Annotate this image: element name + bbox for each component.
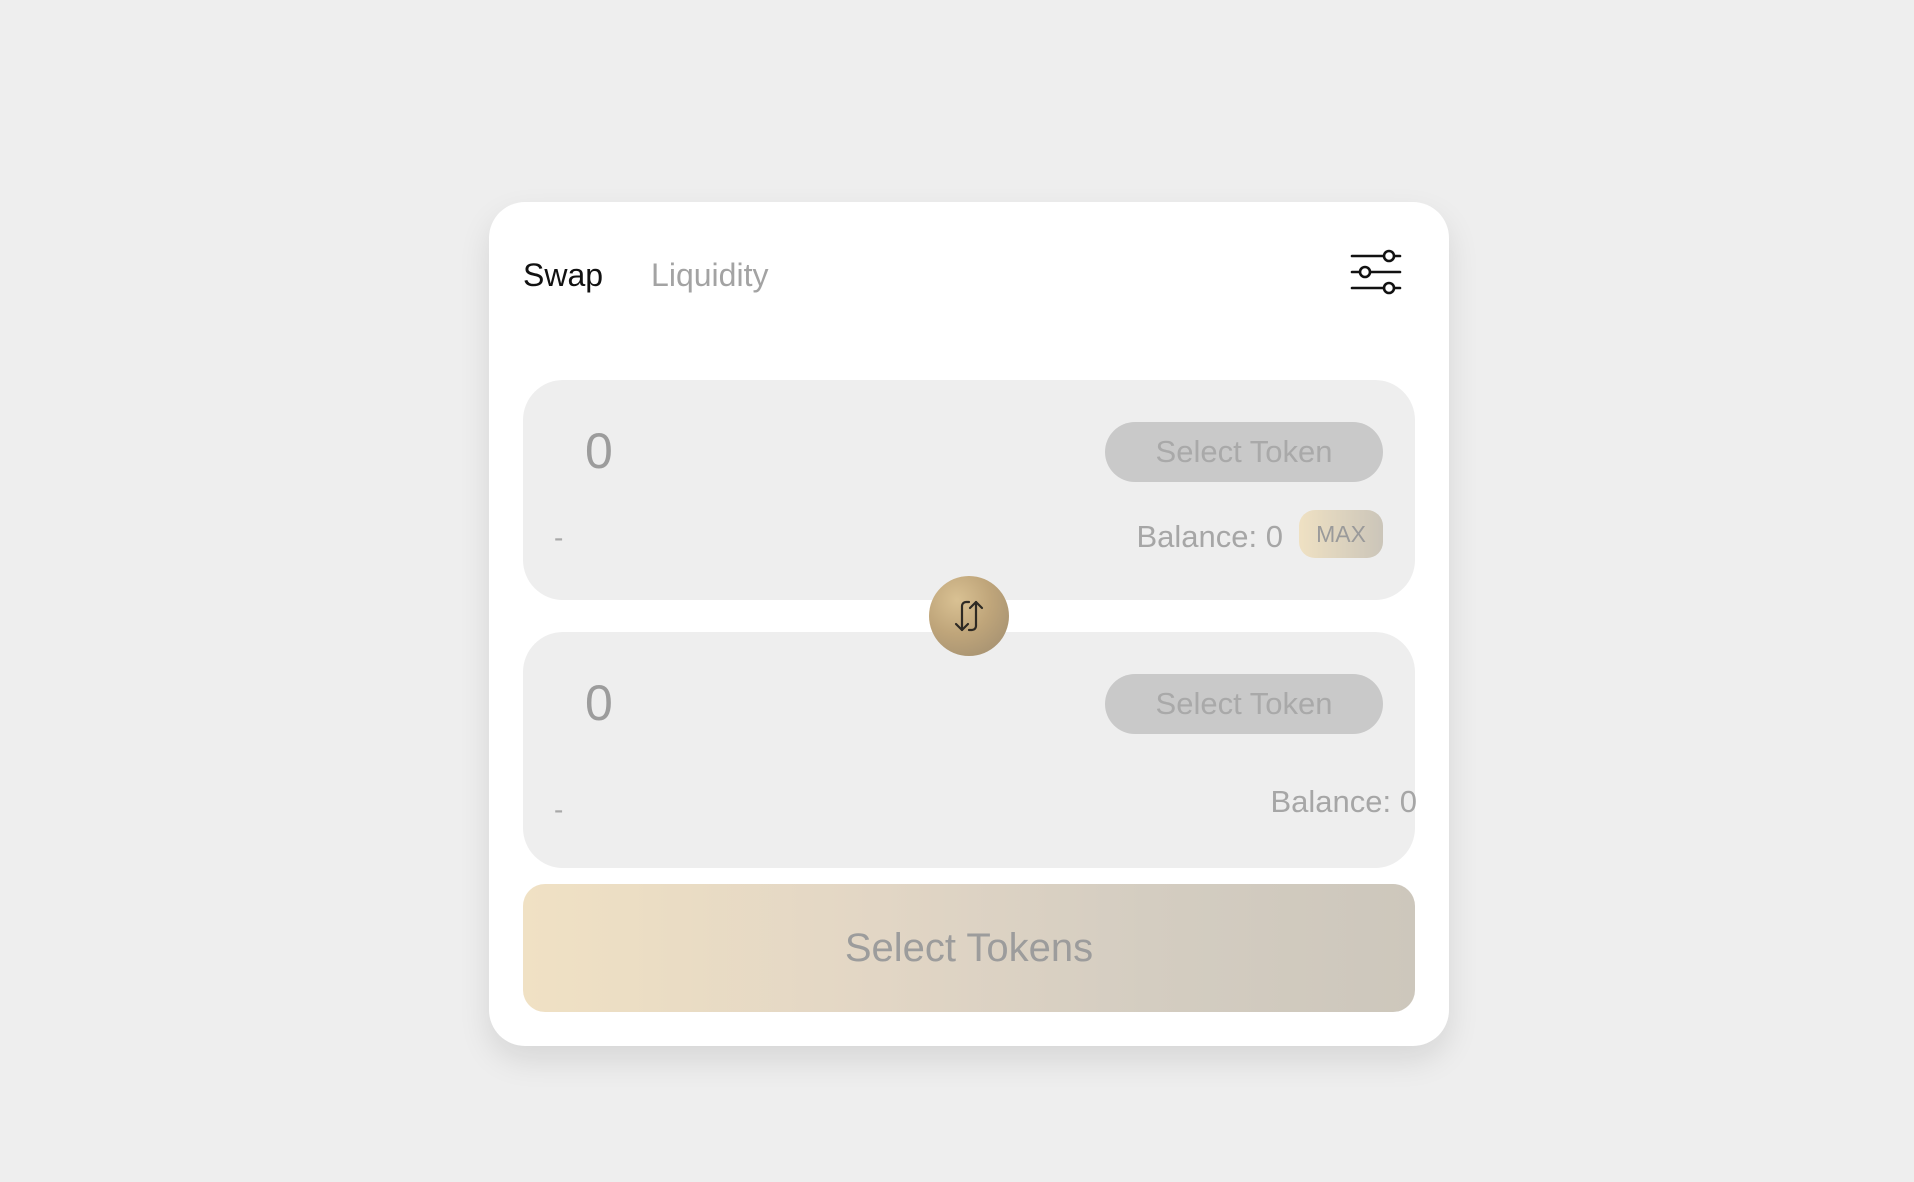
- to-panel: Select Token -: [523, 632, 1415, 868]
- switch-tokens-button[interactable]: [929, 576, 1009, 656]
- tab-swap[interactable]: Swap: [523, 257, 603, 294]
- settings-button[interactable]: [1347, 246, 1405, 298]
- sliders-icon: [1350, 249, 1402, 295]
- to-amount-input[interactable]: [585, 674, 985, 732]
- from-panel: Select Token - Balance: 0 MAX: [523, 380, 1415, 600]
- to-select-token-button[interactable]: Select Token: [1105, 674, 1383, 734]
- swap-card: Swap Liquidity Select Token - Balance: 0…: [489, 202, 1449, 1046]
- tab-bar: Swap Liquidity: [523, 257, 768, 294]
- from-usd-value: -: [554, 522, 564, 553]
- from-balance: Balance: 0: [1136, 519, 1284, 554]
- from-select-token-button[interactable]: Select Token: [1105, 422, 1383, 482]
- tab-liquidity[interactable]: Liquidity: [651, 257, 768, 294]
- to-balance: Balance: 0: [1270, 784, 1418, 819]
- select-tokens-button[interactable]: Select Tokens: [523, 884, 1415, 1012]
- max-button[interactable]: MAX: [1299, 510, 1383, 558]
- swap-arrows-icon: [954, 600, 984, 632]
- from-amount-input[interactable]: [585, 422, 985, 480]
- to-usd-value: -: [554, 794, 564, 825]
